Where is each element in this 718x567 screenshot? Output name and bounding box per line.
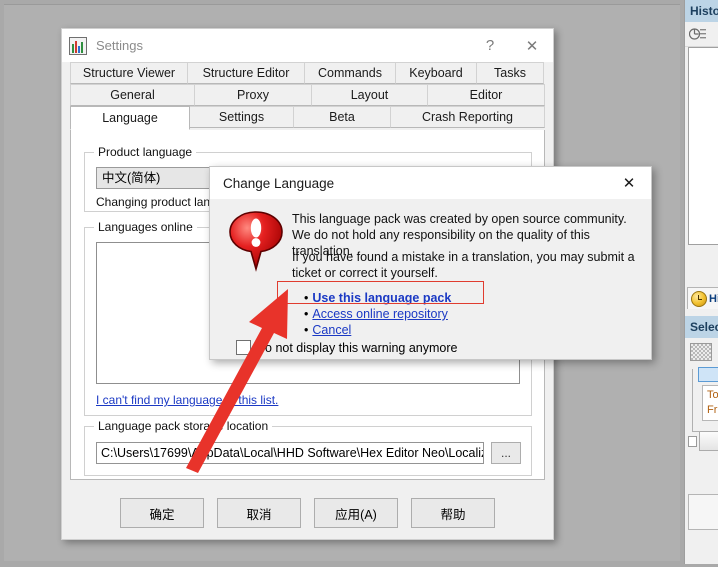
option-cancel[interactable]: • Cancel bbox=[304, 322, 451, 338]
tab-commands[interactable]: Commands bbox=[304, 62, 396, 84]
tab-structure-viewer[interactable]: Structure Viewer bbox=[70, 62, 188, 84]
warning-paragraph-2: If you have found a mistake in a transla… bbox=[292, 250, 635, 280]
checkbox-box[interactable] bbox=[236, 340, 251, 355]
select-panel-caption: Selec bbox=[685, 316, 718, 338]
history-panel-body[interactable] bbox=[688, 47, 718, 245]
tab-crash-reporting[interactable]: Crash Reporting bbox=[390, 106, 545, 128]
warning-exclamation-icon bbox=[228, 211, 284, 273]
ok-button[interactable]: 确定 bbox=[120, 498, 204, 528]
settings-title: Settings bbox=[96, 38, 143, 53]
settings-titlebar-buttons: ? ✕ bbox=[469, 29, 553, 62]
select-panel-button[interactable] bbox=[699, 431, 718, 451]
product-language-group-title: Product language bbox=[94, 145, 197, 159]
cancel-button[interactable]: 取消 bbox=[217, 498, 301, 528]
history-panel-tab[interactable]: Hi bbox=[687, 287, 718, 309]
select-panel: Selec To Fr bbox=[684, 316, 718, 564]
close-icon[interactable]: ✕ bbox=[511, 29, 553, 62]
storage-path-input[interactable]: C:\Users\17699\AppData\Local\HHD Softwar… bbox=[96, 442, 484, 464]
option-use-language-pack[interactable]: • Use this language pack bbox=[304, 290, 451, 306]
settings-tabstrip: Structure Viewer Structure Editor Comman… bbox=[62, 62, 553, 130]
option-access-online-repository[interactable]: • Access online repository bbox=[304, 306, 451, 322]
change-language-body: This language pack was created by open s… bbox=[210, 199, 651, 361]
list-item[interactable]: Fr bbox=[707, 403, 718, 418]
help-button[interactable]: ? bbox=[469, 29, 511, 62]
change-language-title: Change Language bbox=[223, 175, 335, 191]
languages-online-group-title: Languages online bbox=[94, 220, 197, 234]
select-tree-root-node[interactable] bbox=[698, 367, 718, 382]
select-panel-checkbox[interactable] bbox=[688, 435, 698, 447]
tab-structure-editor[interactable]: Structure Editor bbox=[187, 62, 305, 84]
apply-button[interactable]: 应用(A) bbox=[314, 498, 398, 528]
history-tab-label: Hi bbox=[709, 292, 718, 305]
use-language-pack-link[interactable]: Use this language pack bbox=[312, 291, 451, 305]
tree-guide-line bbox=[692, 369, 700, 432]
select-panel-buttons bbox=[688, 431, 718, 451]
close-icon[interactable]: ✕ bbox=[607, 167, 651, 199]
change-language-dialog: Change Language ✕ This language pack was… bbox=[209, 166, 652, 360]
bullet-icon: • bbox=[304, 323, 309, 337]
tab-layout[interactable]: Layout bbox=[311, 84, 428, 106]
checker-pattern-icon[interactable] bbox=[690, 343, 712, 361]
storage-location-group-title: Language pack storage location bbox=[94, 419, 273, 433]
bullet-icon: • bbox=[304, 307, 309, 321]
cant-find-language-link[interactable]: I can't find my language in this list. bbox=[96, 393, 278, 407]
tab-row-1: Structure Viewer Structure Editor Comman… bbox=[70, 62, 545, 84]
tab-editor[interactable]: Editor bbox=[427, 84, 545, 106]
tab-beta[interactable]: Beta bbox=[293, 106, 391, 128]
tab-settings[interactable]: Settings bbox=[189, 106, 294, 128]
settings-footer: 确定 取消 应用(A) 帮助 bbox=[62, 487, 553, 539]
access-online-repository-link[interactable]: Access online repository bbox=[312, 307, 447, 321]
changing-language-hint: Changing product langu bbox=[96, 195, 224, 209]
list-item[interactable]: To bbox=[707, 388, 718, 403]
tab-general[interactable]: General bbox=[70, 84, 195, 106]
select-panel-tree: To Fr bbox=[688, 367, 718, 432]
cancel-link[interactable]: Cancel bbox=[312, 323, 351, 337]
clock-icon bbox=[691, 290, 707, 307]
settings-titlebar[interactable]: Settings ? ✕ bbox=[62, 29, 553, 62]
tab-keyboard[interactable]: Keyboard bbox=[395, 62, 477, 84]
browse-button[interactable]: ... bbox=[491, 442, 521, 464]
history-panel-caption: Histo bbox=[685, 0, 718, 22]
tab-proxy[interactable]: Proxy bbox=[194, 84, 312, 106]
help-footer-button[interactable]: 帮助 bbox=[411, 498, 495, 528]
select-panel-bottom-area[interactable] bbox=[688, 494, 718, 530]
tab-row-3: Language Settings Beta Crash Reporting bbox=[70, 106, 545, 130]
history-panel-toolbar bbox=[685, 22, 718, 47]
tab-tasks[interactable]: Tasks bbox=[476, 62, 544, 84]
history-list-icon[interactable] bbox=[688, 26, 707, 42]
change-language-options: • Use this language pack • Access online r… bbox=[304, 290, 451, 338]
select-tree-children[interactable]: To Fr bbox=[702, 385, 718, 421]
screen-root: Histo Hi Selec To Fr bbox=[0, 0, 718, 564]
change-language-titlebar[interactable]: Change Language ✕ bbox=[210, 167, 651, 199]
checkbox-label: Do not display this warning anymore bbox=[256, 340, 458, 355]
hex-editor-icon bbox=[69, 36, 87, 55]
bullet-icon: • bbox=[304, 291, 309, 305]
do-not-display-warning-checkbox[interactable]: Do not display this warning anymore bbox=[236, 340, 458, 355]
tab-language[interactable]: Language bbox=[70, 106, 190, 130]
tab-row-2: General Proxy Layout Editor bbox=[70, 84, 545, 106]
